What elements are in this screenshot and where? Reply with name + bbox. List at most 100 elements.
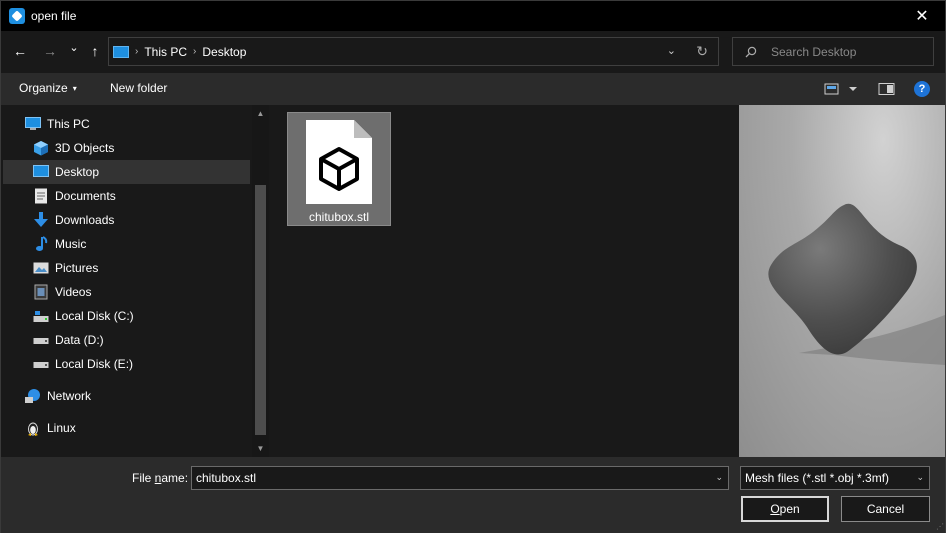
sidebar-item-downloads[interactable]: Downloads [3, 208, 250, 232]
forward-button[interactable]: → [40, 41, 60, 61]
pc-icon [113, 45, 129, 58]
search-box[interactable] [732, 37, 934, 66]
videos-icon [33, 284, 49, 300]
scroll-up-icon[interactable]: ▲ [252, 105, 269, 122]
file-name-value[interactable]: chitubox.stl [196, 471, 256, 485]
navigation-bar: ← → ⌄ ↑ › This PC › Desktop ⌄ ↻ [1, 31, 945, 71]
help-button[interactable]: ? [914, 81, 930, 97]
sidebar-item-local-disk-e[interactable]: Local Disk (E:) [3, 352, 250, 376]
new-folder-button[interactable]: New folder [110, 81, 167, 95]
sidebar-item-label: 3D Objects [55, 141, 115, 155]
file-list: chitubox.stl [271, 105, 738, 457]
up-arrow-icon: ↑ [91, 43, 99, 59]
window-title: open file [31, 9, 77, 23]
resize-grip-icon[interactable]: ⋰ [936, 522, 944, 531]
open-file-dialog: open file ✕ ← → ⌄ ↑ › This PC › Desktop … [0, 0, 946, 533]
pc-icon [25, 116, 41, 132]
breadcrumb-desktop[interactable]: Desktop [202, 45, 246, 59]
sidebar-item-label: Videos [55, 285, 92, 299]
chevron-down-icon: ⌄ [69, 41, 79, 54]
sidebar-item-3d-objects[interactable]: 3D Objects [3, 136, 250, 160]
new-folder-label: New folder [110, 81, 168, 95]
file-type-value: Mesh files (*.stl *.obj *.3mf) [745, 471, 890, 485]
sidebar-item-label: Local Disk (C:) [55, 309, 134, 323]
drive-c-icon [33, 308, 49, 324]
sidebar-item-network[interactable]: Network [3, 384, 250, 408]
sidebar-item-label: Documents [55, 189, 116, 203]
sidebar-item-this-pc[interactable]: This PC [3, 112, 250, 136]
network-icon [25, 388, 41, 404]
sidebar-item-music[interactable]: Music [3, 232, 250, 256]
sidebar-item-label: Music [55, 237, 87, 251]
address-dropdown-icon[interactable]: ⌄ [667, 44, 676, 57]
sidebar-item-label: Linux [47, 421, 76, 435]
sidebar-item-label: Network [47, 389, 92, 403]
3d-model-file-icon [306, 120, 372, 204]
chevron-down-icon[interactable]: ⌄ [715, 472, 723, 483]
sidebar-item-videos[interactable]: Videos [3, 280, 250, 304]
pictures-icon [33, 260, 49, 276]
sidebar-item-label: Downloads [55, 213, 115, 227]
file-item[interactable]: chitubox.stl [287, 112, 391, 226]
command-bar: Organize ▾ New folder [1, 73, 945, 105]
3d-objects-icon [33, 140, 49, 156]
sidebar-item-data-d[interactable]: Data (D:) [3, 328, 250, 352]
view-options-icon [824, 83, 857, 95]
file-name-label: chitubox.stl [308, 210, 370, 224]
search-input[interactable] [771, 44, 931, 59]
music-icon [33, 236, 49, 252]
breadcrumb-separator: › [193, 46, 197, 57]
preview-pane [739, 105, 945, 457]
file-name-field[interactable]: chitubox.stl ⌄ [191, 466, 729, 490]
file-name-label: File name: [132, 471, 189, 485]
back-arrow-icon: ← [13, 43, 27, 59]
file-type-select[interactable]: Mesh files (*.stl *.obj *.3mf) ⌄ [740, 466, 930, 490]
desktop-icon [33, 164, 49, 180]
change-view-button[interactable] [824, 82, 864, 99]
preview-pane-icon [878, 83, 895, 95]
breadcrumb-separator: › [135, 46, 139, 57]
sidebar-item-label: Pictures [55, 261, 99, 275]
3d-model-preview-image [768, 203, 945, 365]
chevron-down-icon: ⌄ [916, 472, 924, 482]
organize-button[interactable]: Organize ▾ [19, 81, 77, 95]
sidebar-scrollbar[interactable]: ▲ ▼ [252, 105, 269, 457]
title-bar: open file ✕ [1, 1, 945, 31]
refresh-icon[interactable]: ↻ [696, 43, 708, 60]
sidebar-item-pictures[interactable]: Pictures [3, 256, 250, 280]
app-logo-icon [9, 8, 25, 24]
close-icon: ✕ [915, 8, 929, 25]
recent-locations-button[interactable]: ⌄ [64, 37, 84, 57]
sidebar-item-local-disk-c[interactable]: Local Disk (C:) [3, 304, 250, 328]
open-button[interactable]: Open [741, 496, 829, 522]
documents-icon [33, 188, 49, 204]
downloads-icon [33, 212, 49, 228]
cancel-button[interactable]: Cancel [841, 496, 930, 522]
caret-down-icon: ▾ [72, 84, 77, 93]
preview-pane-button[interactable] [878, 82, 896, 99]
drive-icon [33, 332, 49, 348]
up-button[interactable]: ↑ [85, 41, 105, 61]
address-bar[interactable]: › This PC › Desktop ⌄ ↻ [108, 37, 719, 66]
close-button[interactable]: ✕ [899, 1, 945, 31]
sidebar-item-label: Desktop [55, 165, 100, 179]
linux-icon [25, 420, 41, 436]
navigation-pane: This PC 3D Objects Desktop Documents Dow… [1, 105, 270, 457]
scrollbar-thumb[interactable] [255, 185, 266, 435]
sidebar-item-label: Data (D:) [55, 333, 104, 347]
sidebar-item-linux[interactable]: Linux [3, 416, 250, 440]
search-icon [745, 46, 757, 58]
breadcrumb-this-pc[interactable]: This PC [144, 45, 187, 59]
scroll-down-icon[interactable]: ▼ [252, 440, 269, 457]
sidebar-item-documents[interactable]: Documents [3, 184, 250, 208]
back-button[interactable]: ← [10, 41, 30, 61]
help-icon: ? [918, 83, 926, 95]
drive-icon [33, 356, 49, 372]
sidebar-item-label: This PC [47, 117, 90, 131]
dialog-footer: File name: chitubox.stl ⌄ Mesh files (*.… [1, 457, 945, 533]
cancel-label: Cancel [866, 502, 905, 516]
sidebar-item-label: Local Disk (E:) [55, 357, 134, 371]
organize-label: Organize [19, 81, 68, 95]
forward-arrow-icon: → [43, 43, 57, 59]
sidebar-item-desktop[interactable]: Desktop [3, 160, 250, 184]
